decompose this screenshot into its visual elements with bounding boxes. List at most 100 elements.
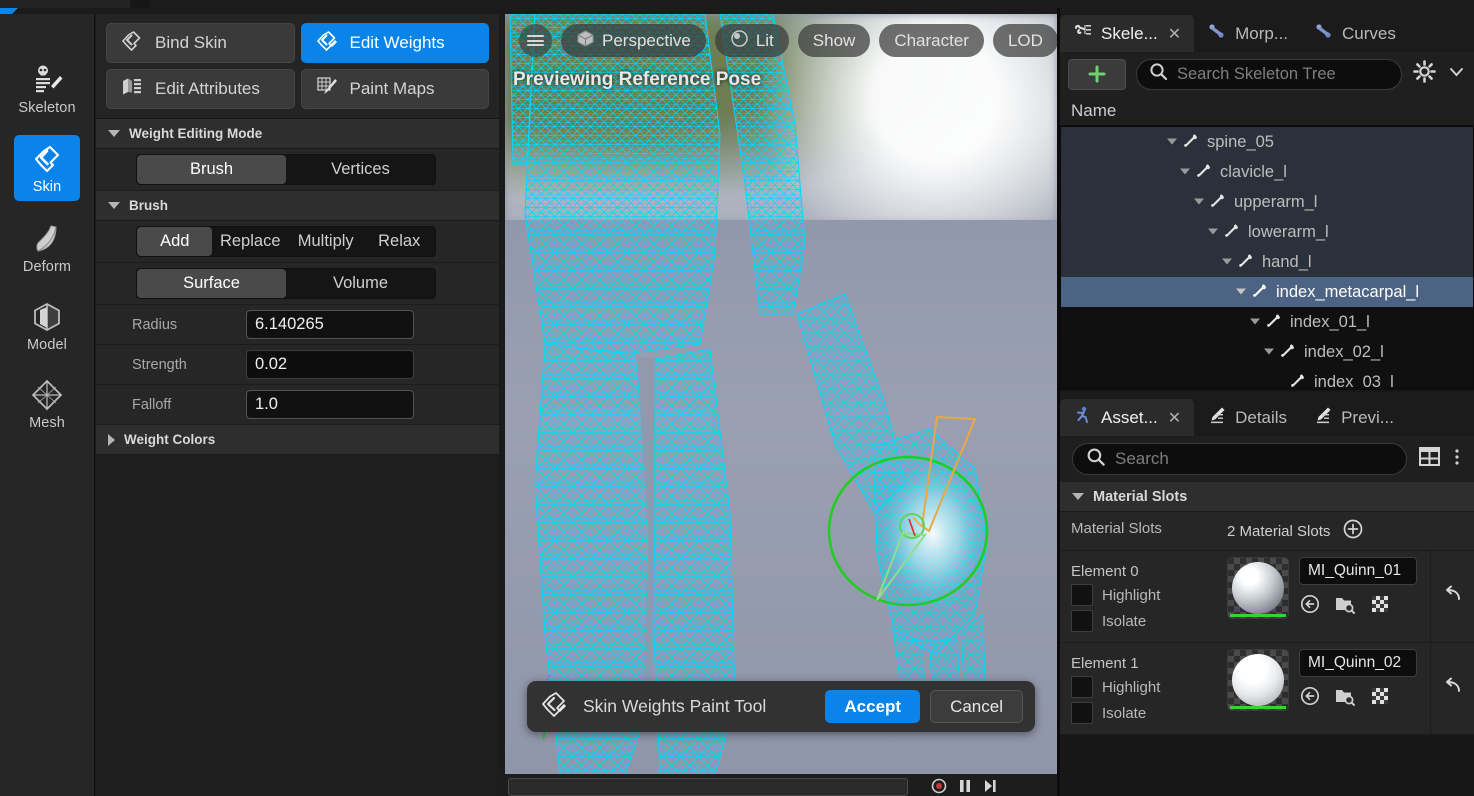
tree-item-spine_05[interactable]: spine_05 xyxy=(1061,127,1473,157)
tab-asset-details[interactable]: Asset... ✕ xyxy=(1060,399,1195,436)
record-icon[interactable] xyxy=(931,778,947,796)
viewport-character-button[interactable]: Character xyxy=(879,24,984,57)
highlight-checkbox[interactable] xyxy=(1071,676,1093,698)
grid-view-icon[interactable] xyxy=(1417,444,1442,474)
browse-to-asset-icon[interactable] xyxy=(1299,593,1321,619)
segment-surface[interactable]: Surface xyxy=(137,269,286,298)
3d-viewport[interactable]: Z X Previewing Reference Pose Perspectiv… xyxy=(505,14,1057,774)
hamburger-icon[interactable] xyxy=(519,24,552,57)
tab-preview-scene[interactable]: Previ... xyxy=(1300,399,1407,436)
timeline-track[interactable] xyxy=(508,778,908,796)
segment-vertices[interactable]: Vertices xyxy=(286,155,435,184)
expander-icon[interactable] xyxy=(1179,163,1191,182)
brush-strength-input[interactable]: 0.02 xyxy=(246,350,414,379)
isolate-checkbox-row[interactable]: Isolate xyxy=(1071,700,1215,726)
skeleton-tree[interactable]: spine_05 clavicle_l upperarm_l lowerarm_… xyxy=(1060,126,1474,390)
brush-falloff-input[interactable]: 1.0 xyxy=(246,390,414,419)
expander-icon[interactable] xyxy=(1166,133,1178,152)
expander-icon[interactable] xyxy=(1235,283,1247,302)
segment-brush[interactable]: Brush xyxy=(137,155,286,184)
edit-weights-button[interactable]: Edit Weights xyxy=(300,23,489,63)
add-button[interactable] xyxy=(1068,58,1126,90)
tree-item-index_01_l[interactable]: index_01_l xyxy=(1061,307,1473,337)
segment-relax[interactable]: Relax xyxy=(363,227,435,256)
chevron-down-icon[interactable] xyxy=(1447,62,1466,86)
element-label: Element 1 xyxy=(1071,655,1139,672)
sidebar-item-mesh[interactable]: Mesh xyxy=(14,371,80,437)
expander-icon[interactable] xyxy=(1193,193,1205,212)
expander-icon[interactable] xyxy=(1207,223,1219,242)
tree-item-hand_l[interactable]: hand_l xyxy=(1061,247,1473,277)
viewport-lod-button[interactable]: LOD xyxy=(992,24,1057,57)
weight-colors-header[interactable]: Weight Colors xyxy=(96,425,499,455)
gear-icon[interactable] xyxy=(1412,59,1437,89)
segment-replace[interactable]: Replace xyxy=(212,227,287,256)
isolate-checkbox-row[interactable]: Isolate xyxy=(1071,608,1215,634)
isolate-checkbox[interactable] xyxy=(1071,610,1093,632)
tree-item-upperarm_l[interactable]: upperarm_l xyxy=(1061,187,1473,217)
reset-to-default-button[interactable] xyxy=(1430,551,1474,642)
tab-curves[interactable]: Curves xyxy=(1301,15,1409,52)
material-thumbnail[interactable] xyxy=(1227,649,1289,711)
tab-morph-target-label: Morp... xyxy=(1235,23,1289,43)
close-icon[interactable]: ✕ xyxy=(1168,24,1181,44)
viewport-lit-label: Lit xyxy=(755,30,774,50)
model-icon xyxy=(30,300,64,334)
viewport-lit-button[interactable]: Lit xyxy=(714,24,789,57)
viewport-perspective-button[interactable]: Perspective xyxy=(561,24,706,57)
viewport-show-button[interactable]: Show xyxy=(797,24,871,57)
deform-icon xyxy=(30,222,64,256)
isolate-checkbox[interactable] xyxy=(1071,702,1093,724)
tab-morph-target[interactable]: Morp... xyxy=(1194,15,1301,52)
tree-item-index_metacarpal_l[interactable]: index_metacarpal_l xyxy=(1061,277,1473,307)
segment-volume[interactable]: Volume xyxy=(286,269,435,298)
tree-item-index_02_l[interactable]: index_02_l xyxy=(1061,337,1473,367)
bind-skin-button[interactable]: Bind Skin xyxy=(106,23,295,63)
tab-skeleton-tree[interactable]: Skele... ✕ xyxy=(1060,15,1195,52)
close-icon[interactable]: ✕ xyxy=(1168,408,1181,428)
brush-radius-input[interactable]: 6.140265 xyxy=(246,310,414,339)
tree-item-lowerarm_l[interactable]: lowerarm_l xyxy=(1061,217,1473,247)
highlight-checkbox-row[interactable]: Highlight xyxy=(1071,674,1215,700)
asset-search-input[interactable]: Search xyxy=(1072,443,1407,475)
sidebar-item-deform[interactable]: Deform xyxy=(14,215,80,281)
expander-icon[interactable] xyxy=(1249,313,1261,332)
bone-icon xyxy=(1251,281,1269,304)
edit-attributes-button[interactable]: Edit Attributes xyxy=(106,69,295,109)
brush-section-header[interactable]: Brush xyxy=(96,191,499,221)
find-in-content-browser-icon[interactable] xyxy=(1334,685,1356,711)
expander-icon[interactable] xyxy=(1221,253,1233,272)
accept-button[interactable]: Accept xyxy=(825,690,921,723)
step-forward-icon[interactable] xyxy=(983,778,998,796)
material-name-field[interactable]: MI_Quinn_01 xyxy=(1299,557,1417,585)
use-selected-asset-icon[interactable] xyxy=(1369,685,1391,711)
tab-details[interactable]: Details xyxy=(1194,399,1300,436)
bone-icon xyxy=(1209,191,1227,214)
segment-add[interactable]: Add xyxy=(137,227,213,256)
sidebar-item-skeleton[interactable]: Skeleton xyxy=(14,56,80,122)
tree-item-clavicle_l[interactable]: clavicle_l xyxy=(1061,157,1473,187)
settings-menu-icon[interactable] xyxy=(1452,446,1462,473)
expander-icon[interactable] xyxy=(1263,343,1275,362)
weight-editing-mode-header[interactable]: Weight Editing Mode xyxy=(96,119,499,149)
bone-icon xyxy=(1289,371,1307,390)
paint-maps-button[interactable]: Paint Maps xyxy=(300,69,489,109)
material-name-field[interactable]: MI_Quinn_02 xyxy=(1299,649,1417,677)
material-slots-section-header[interactable]: Material Slots xyxy=(1060,482,1474,512)
find-in-content-browser-icon[interactable] xyxy=(1334,593,1356,619)
highlight-checkbox[interactable] xyxy=(1071,584,1093,606)
highlight-checkbox-row[interactable]: Highlight xyxy=(1071,582,1215,608)
reset-to-default-button[interactable] xyxy=(1430,643,1474,734)
material-thumbnail[interactable] xyxy=(1227,557,1289,619)
search-skeleton-tree-input[interactable]: Search Skeleton Tree xyxy=(1136,58,1402,90)
sidebar-item-skin[interactable]: Skin xyxy=(14,135,80,201)
sidebar-item-model[interactable]: Model xyxy=(14,293,80,359)
tree-item-index_03_l[interactable]: index_03_l xyxy=(1061,367,1473,390)
pause-icon[interactable] xyxy=(958,778,972,796)
segment-multiply[interactable]: Multiply xyxy=(288,227,363,256)
cancel-button[interactable]: Cancel xyxy=(930,690,1023,723)
plus-circle-icon[interactable] xyxy=(1342,518,1364,544)
highlight-label: Highlight xyxy=(1102,586,1161,604)
use-selected-asset-icon[interactable] xyxy=(1369,593,1391,619)
browse-to-asset-icon[interactable] xyxy=(1299,685,1321,711)
